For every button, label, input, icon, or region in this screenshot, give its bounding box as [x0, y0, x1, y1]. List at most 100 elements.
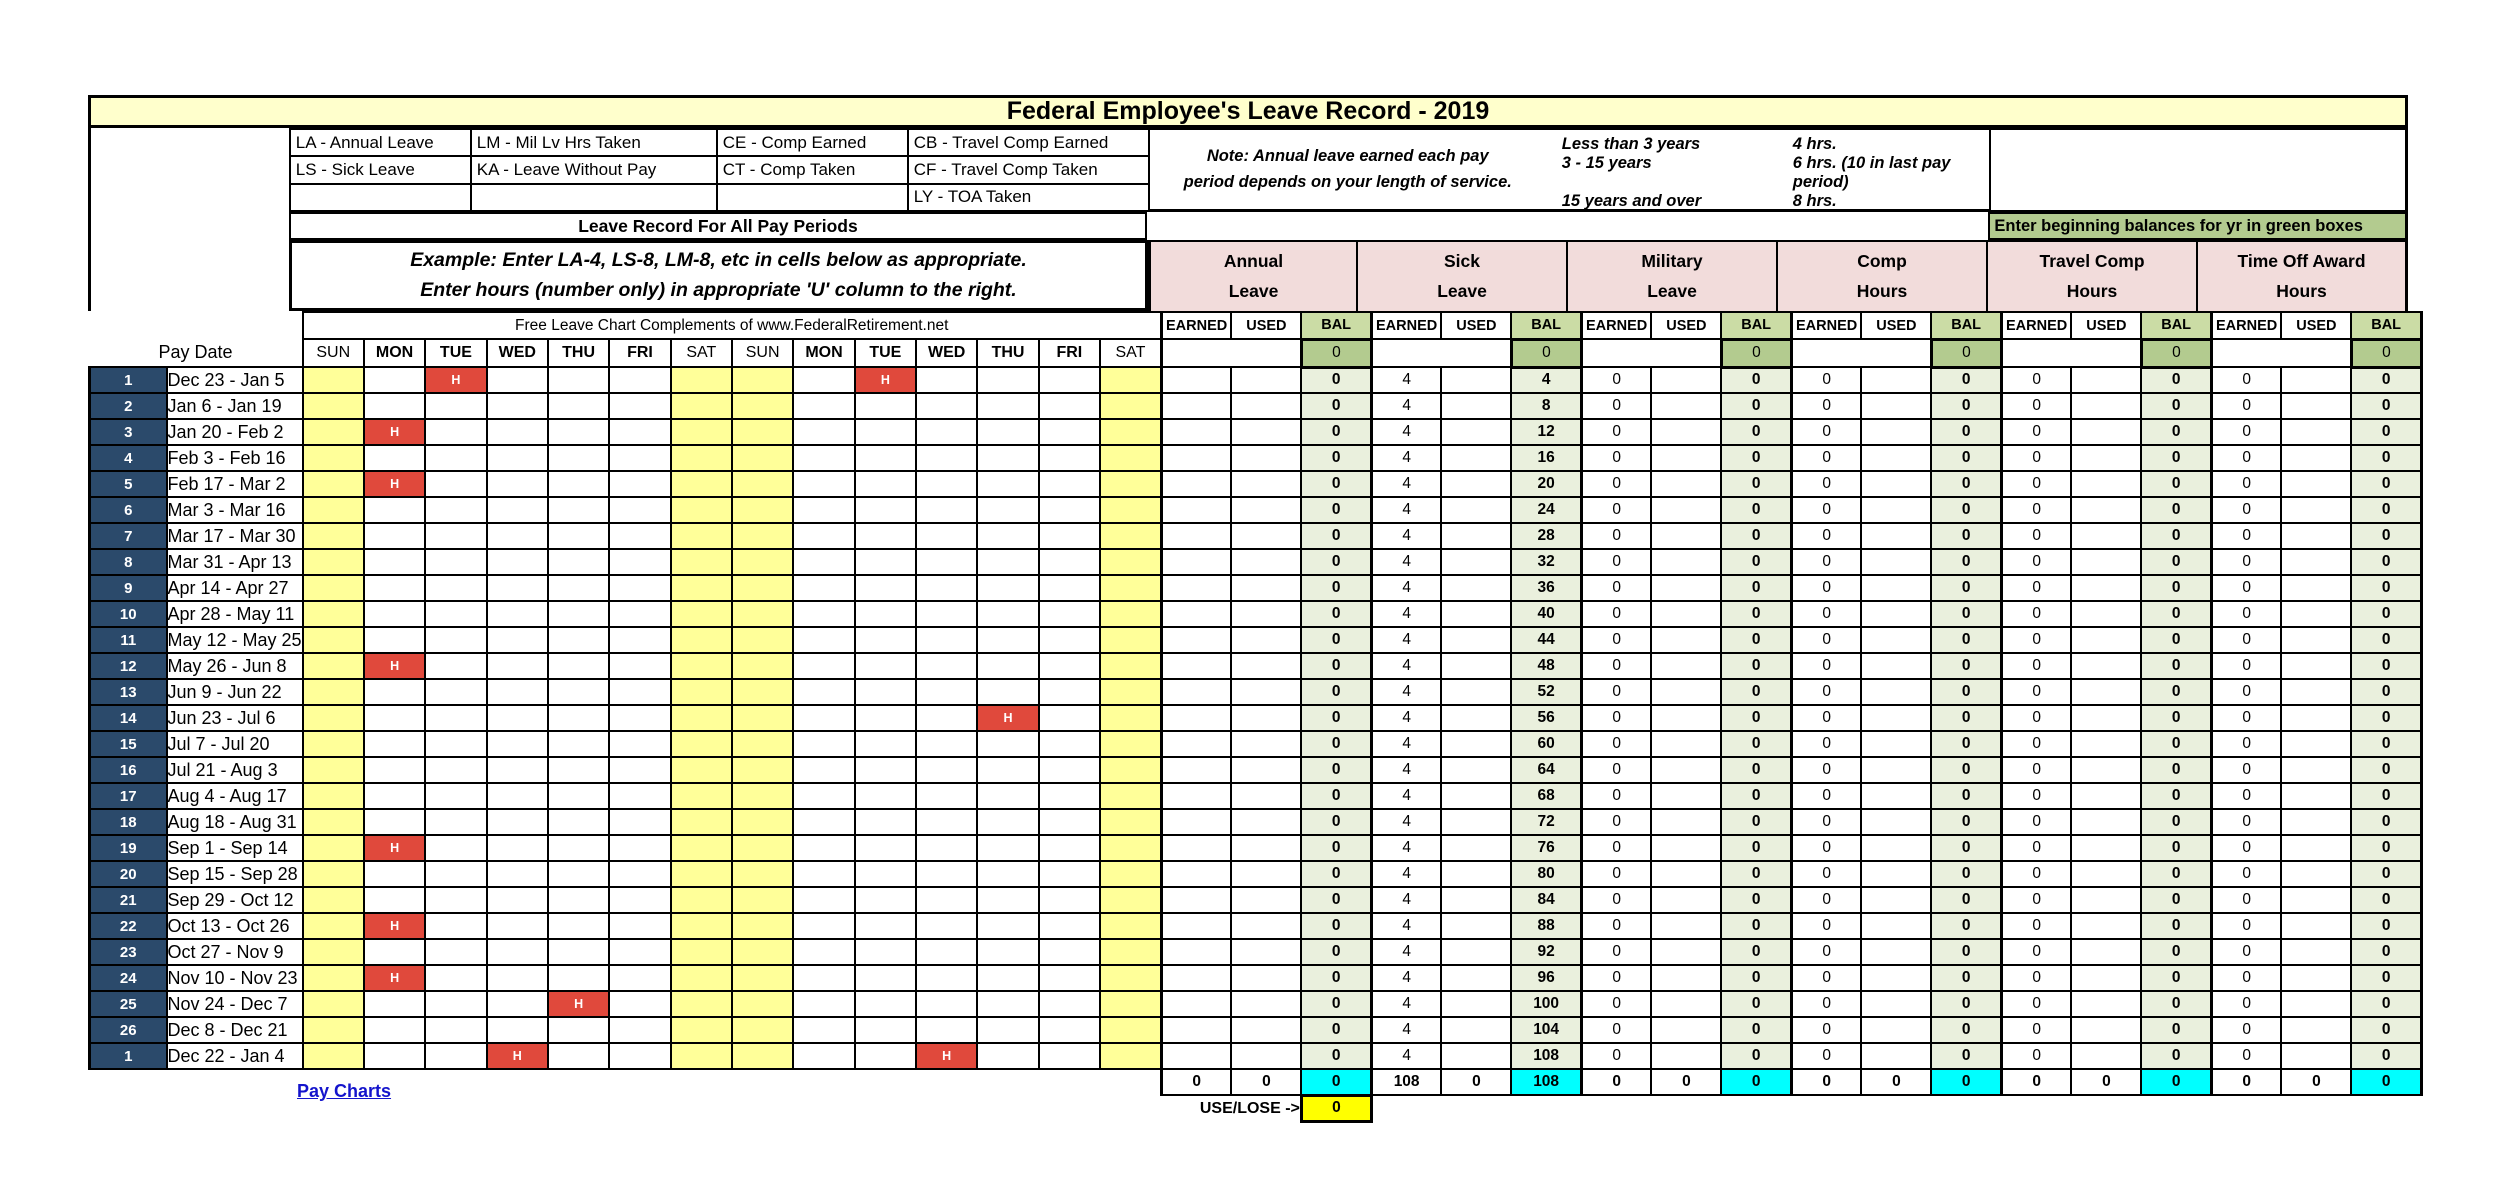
- calendar-day-cell[interactable]: [1039, 627, 1100, 653]
- military-used-cell[interactable]: [1651, 913, 1721, 939]
- sick-earned-cell[interactable]: 4: [1371, 627, 1441, 653]
- calendar-day-cell[interactable]: [977, 445, 1038, 471]
- calendar-day-cell[interactable]: [303, 731, 364, 757]
- calendar-day-cell[interactable]: [425, 471, 486, 497]
- comp-earned-cell[interactable]: 0: [1791, 757, 1861, 783]
- calendar-day-cell[interactable]: [364, 679, 425, 705]
- military-used-cell[interactable]: [1651, 861, 1721, 887]
- military-earned-cell[interactable]: 0: [1581, 939, 1651, 965]
- calendar-day-cell[interactable]: [977, 523, 1038, 549]
- calendar-day-cell[interactable]: [916, 1017, 977, 1043]
- calendar-day-cell[interactable]: [425, 1017, 486, 1043]
- toa-used-cell[interactable]: [2281, 393, 2351, 419]
- calendar-day-cell[interactable]: [364, 731, 425, 757]
- sick-earned-cell[interactable]: 4: [1371, 419, 1441, 445]
- calendar-day-cell[interactable]: [793, 393, 854, 419]
- calendar-day-cell[interactable]: [425, 731, 486, 757]
- comp-used-cell[interactable]: [1861, 601, 1931, 627]
- annual-earned-cell[interactable]: [1161, 783, 1231, 809]
- calendar-day-cell[interactable]: [364, 601, 425, 627]
- travel-comp-earned-cell[interactable]: 0: [2001, 627, 2071, 653]
- travel-comp-used-cell[interactable]: [2071, 549, 2141, 575]
- toa-used-cell[interactable]: [2281, 731, 2351, 757]
- calendar-day-cell[interactable]: [1100, 783, 1161, 809]
- military-used-cell[interactable]: [1651, 601, 1721, 627]
- toa-earned-cell[interactable]: 0: [2211, 861, 2281, 887]
- annual-earned-cell[interactable]: [1161, 835, 1231, 861]
- sick-earned-cell[interactable]: 4: [1371, 809, 1441, 835]
- annual-used-cell[interactable]: [1231, 549, 1301, 575]
- military-earned-cell[interactable]: 0: [1581, 783, 1651, 809]
- calendar-day-cell[interactable]: [364, 783, 425, 809]
- travel-comp-used-cell[interactable]: [2071, 757, 2141, 783]
- military-earned-cell[interactable]: 0: [1581, 471, 1651, 497]
- calendar-day-cell[interactable]: [425, 783, 486, 809]
- calendar-day-cell[interactable]: [425, 887, 486, 913]
- calendar-day-cell[interactable]: [548, 627, 609, 653]
- calendar-day-cell[interactable]: [487, 887, 548, 913]
- calendar-day-cell[interactable]: [1100, 887, 1161, 913]
- calendar-day-cell[interactable]: [1039, 705, 1100, 731]
- toa-earned-cell[interactable]: 0: [2211, 887, 2281, 913]
- annual-earned-cell[interactable]: [1161, 705, 1231, 731]
- calendar-day-cell[interactable]: [303, 887, 364, 913]
- toa-used-cell[interactable]: [2281, 549, 2351, 575]
- calendar-day-cell[interactable]: [548, 783, 609, 809]
- toa-used-cell[interactable]: [2281, 627, 2351, 653]
- calendar-day-cell[interactable]: [364, 887, 425, 913]
- sick-used-cell[interactable]: [1441, 887, 1511, 913]
- pay-charts-link[interactable]: Pay Charts: [297, 1081, 391, 1102]
- sick-earned-cell[interactable]: 4: [1371, 991, 1441, 1017]
- travel-comp-used-cell[interactable]: [2071, 575, 2141, 601]
- calendar-day-cell[interactable]: [977, 367, 1038, 393]
- calendar-day-cell[interactable]: [671, 991, 732, 1017]
- sick-used-cell[interactable]: [1441, 991, 1511, 1017]
- calendar-day-cell[interactable]: [732, 497, 793, 523]
- calendar-day-cell[interactable]: [548, 523, 609, 549]
- calendar-day-cell[interactable]: [1039, 939, 1100, 965]
- travel-comp-earned-cell[interactable]: 0: [2001, 419, 2071, 445]
- travel-comp-earned-cell[interactable]: 0: [2001, 731, 2071, 757]
- sick-earned-cell[interactable]: 4: [1371, 965, 1441, 991]
- annual-used-cell[interactable]: [1231, 601, 1301, 627]
- travel-comp-used-cell[interactable]: [2071, 471, 2141, 497]
- sick-earned-cell[interactable]: 4: [1371, 1017, 1441, 1043]
- comp-earned-cell[interactable]: 0: [1791, 575, 1861, 601]
- military-used-cell[interactable]: [1651, 1043, 1721, 1069]
- calendar-day-cell[interactable]: [1039, 523, 1100, 549]
- comp-earned-cell[interactable]: 0: [1791, 601, 1861, 627]
- military-earned-cell[interactable]: 0: [1581, 835, 1651, 861]
- comp-earned-cell[interactable]: 0: [1791, 549, 1861, 575]
- travel-comp-earned-cell[interactable]: 0: [2001, 757, 2071, 783]
- calendar-day-cell[interactable]: [732, 731, 793, 757]
- toa-used-cell[interactable]: [2281, 809, 2351, 835]
- toa-earned-cell[interactable]: 0: [2211, 471, 2281, 497]
- calendar-day-cell[interactable]: [425, 419, 486, 445]
- comp-beginning-balance-cell[interactable]: 0: [1931, 339, 2001, 367]
- comp-earned-cell[interactable]: 0: [1791, 965, 1861, 991]
- comp-used-cell[interactable]: [1861, 913, 1931, 939]
- calendar-day-cell[interactable]: [548, 913, 609, 939]
- calendar-day-cell[interactable]: [487, 705, 548, 731]
- calendar-day-cell[interactable]: [855, 783, 916, 809]
- toa-used-cell[interactable]: [2281, 497, 2351, 523]
- travel-comp-used-cell[interactable]: [2071, 653, 2141, 679]
- annual-used-cell[interactable]: [1231, 653, 1301, 679]
- sick-used-cell[interactable]: [1441, 757, 1511, 783]
- travel-comp-earned-cell[interactable]: 0: [2001, 393, 2071, 419]
- calendar-day-cell[interactable]: [609, 991, 670, 1017]
- calendar-day-cell[interactable]: [1039, 835, 1100, 861]
- comp-earned-cell[interactable]: 0: [1791, 367, 1861, 393]
- toa-earned-cell[interactable]: 0: [2211, 1017, 2281, 1043]
- calendar-day-cell[interactable]: [732, 445, 793, 471]
- calendar-day-cell[interactable]: [793, 835, 854, 861]
- comp-earned-cell[interactable]: 0: [1791, 809, 1861, 835]
- travel-comp-earned-cell[interactable]: 0: [2001, 549, 2071, 575]
- calendar-day-cell[interactable]: [609, 471, 670, 497]
- sick-earned-cell[interactable]: 4: [1371, 367, 1441, 393]
- calendar-day-cell[interactable]: [793, 575, 854, 601]
- calendar-day-cell[interactable]: [487, 523, 548, 549]
- calendar-day-cell[interactable]: [487, 679, 548, 705]
- calendar-day-cell[interactable]: [855, 913, 916, 939]
- annual-used-cell[interactable]: [1231, 497, 1301, 523]
